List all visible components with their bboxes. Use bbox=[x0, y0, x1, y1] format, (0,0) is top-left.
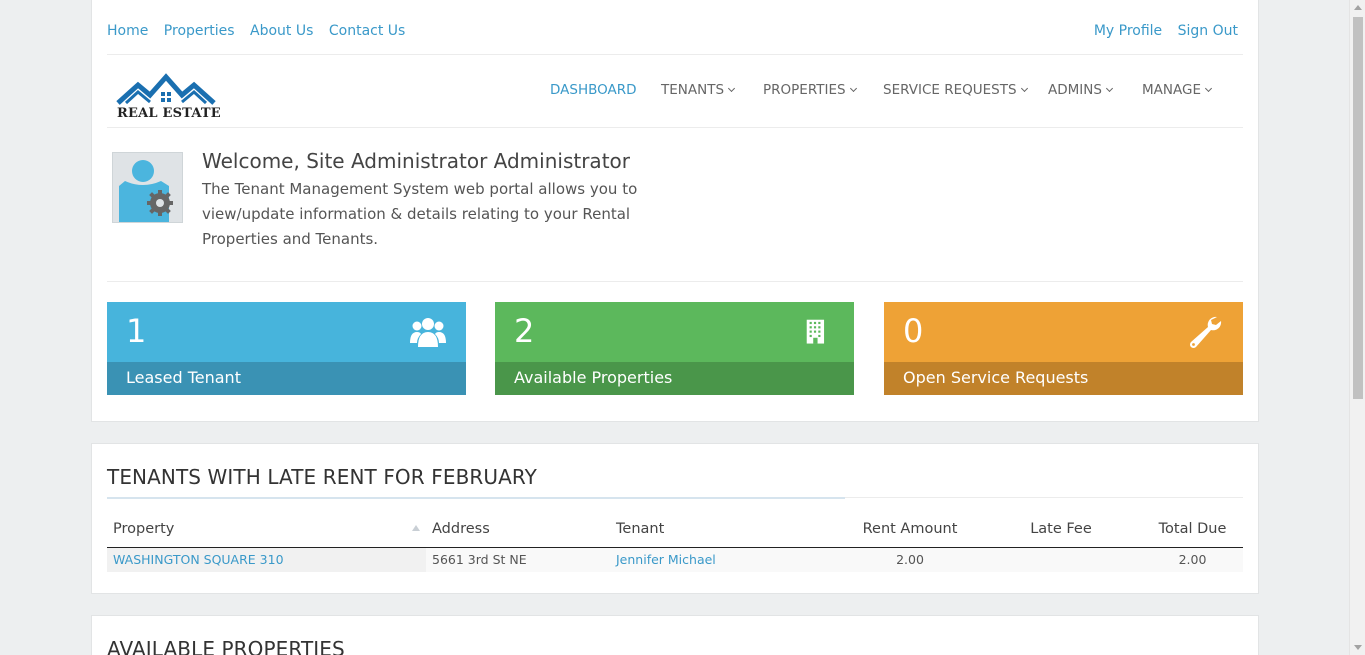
nav-tenants[interactable]: TENANTS bbox=[661, 82, 736, 98]
stat-footer: Available Properties bbox=[495, 362, 854, 395]
nav-link-properties[interactable]: Properties bbox=[164, 23, 235, 39]
divider bbox=[107, 54, 1243, 55]
property-link[interactable]: WASHINGTON SQUARE 310 bbox=[113, 552, 284, 567]
nav-dashboard-label: DASHBOARD bbox=[550, 82, 637, 98]
nav-properties[interactable]: PROPERTIES bbox=[763, 82, 857, 98]
stat-open-service-requests[interactable]: 0 Open Service Requests bbox=[884, 302, 1243, 395]
scrollbar-thumb[interactable] bbox=[1353, 17, 1363, 399]
cell-tenant: Jennifer Michael bbox=[610, 547, 840, 572]
chevron-down-icon bbox=[1020, 84, 1028, 93]
nav-properties-label: PROPERTIES bbox=[763, 82, 846, 98]
nav-manage[interactable]: MANAGE bbox=[1142, 82, 1213, 98]
sign-out-link[interactable]: Sign Out bbox=[1178, 23, 1238, 39]
nav-link-home[interactable]: Home bbox=[107, 23, 148, 39]
column-label: Property bbox=[113, 520, 175, 537]
stat-available-properties[interactable]: 2 Available Properties bbox=[495, 302, 854, 395]
tenant-link[interactable]: Jennifer Michael bbox=[616, 552, 716, 567]
late-rent-table: Property Address Tenant Rent Amount Late… bbox=[107, 519, 1243, 572]
cell-total-due: 2.00 bbox=[1142, 547, 1243, 572]
wrench-icon bbox=[1189, 316, 1222, 349]
column-header-total-due[interactable]: Total Due bbox=[1142, 519, 1243, 548]
users-icon bbox=[410, 318, 446, 347]
column-label: Rent Amount bbox=[862, 520, 958, 537]
table-row: WASHINGTON SQUARE 310 5661 3rd St NE Jen… bbox=[107, 547, 1243, 572]
sort-ascending-icon bbox=[412, 524, 420, 531]
nav-service-requests[interactable]: SERVICE REQUESTS bbox=[883, 82, 1028, 98]
scroll-down-icon[interactable] bbox=[1354, 645, 1362, 650]
nav-admins-label: ADMINS bbox=[1048, 82, 1102, 98]
welcome-text: The Tenant Management System web portal … bbox=[202, 180, 638, 248]
vertical-scrollbar[interactable] bbox=[1349, 0, 1365, 655]
stat-label: Leased Tenant bbox=[126, 368, 241, 387]
nav-dashboard[interactable]: DASHBOARD bbox=[550, 82, 637, 98]
building-icon bbox=[806, 319, 825, 344]
nav-tenants-label: TENANTS bbox=[661, 82, 725, 98]
available-properties-card: AVAILABLE PROPERTIES bbox=[91, 615, 1259, 655]
nav-manage-label: MANAGE bbox=[1142, 82, 1201, 98]
cell-address: 5661 3rd St NE bbox=[426, 547, 610, 572]
cell-late-fee bbox=[980, 547, 1142, 572]
column-header-tenant[interactable]: Tenant bbox=[610, 519, 840, 548]
stat-footer: Leased Tenant bbox=[107, 362, 466, 395]
user-nav: My Profile Sign Out bbox=[1083, 23, 1238, 39]
scroll-up-icon[interactable] bbox=[1354, 5, 1362, 10]
avatar bbox=[112, 152, 183, 223]
stat-value: 1 bbox=[126, 312, 147, 350]
cell-property: WASHINGTON SQUARE 310 bbox=[107, 547, 426, 572]
cell-rent-amount: 2.00 bbox=[840, 547, 980, 572]
divider bbox=[107, 127, 1243, 128]
stat-label: Open Service Requests bbox=[903, 368, 1089, 387]
nav-admins[interactable]: ADMINS bbox=[1048, 82, 1113, 98]
column-header-rent-amount[interactable]: Rent Amount bbox=[840, 519, 980, 548]
column-label: Address bbox=[432, 520, 490, 537]
nav-link-contact-us[interactable]: Contact Us bbox=[329, 23, 405, 39]
welcome-title: Welcome, Site Administrator Administrato… bbox=[202, 149, 630, 173]
chevron-down-icon bbox=[849, 84, 857, 93]
my-profile-link[interactable]: My Profile bbox=[1094, 23, 1162, 39]
dashboard-header-card: Home Properties About Us Contact Us My P… bbox=[91, 0, 1259, 422]
divider-accent bbox=[107, 497, 845, 499]
chevron-down-icon bbox=[1105, 84, 1113, 93]
stat-label: Available Properties bbox=[514, 368, 673, 387]
stat-value: 2 bbox=[514, 312, 535, 350]
section-title: AVAILABLE PROPERTIES bbox=[107, 637, 345, 655]
nav-service-requests-label: SERVICE REQUESTS bbox=[883, 82, 1017, 98]
column-label: Total Due bbox=[1158, 520, 1227, 537]
column-header-property[interactable]: Property bbox=[107, 519, 426, 548]
top-nav: Home Properties About Us Contact Us bbox=[107, 23, 416, 39]
admin-user-gear-icon bbox=[113, 153, 182, 222]
chevron-down-icon bbox=[1204, 84, 1213, 93]
nav-link-about-us[interactable]: About Us bbox=[250, 23, 313, 39]
chevron-down-icon bbox=[727, 84, 736, 93]
column-header-late-fee[interactable]: Late Fee bbox=[980, 519, 1142, 548]
stat-value: 0 bbox=[903, 312, 924, 350]
column-label: Tenant bbox=[616, 520, 665, 537]
late-rent-card: TENANTS WITH LATE RENT FOR FEBRUARY Prop… bbox=[91, 443, 1259, 594]
logo-text: REAL ESTATE bbox=[117, 106, 221, 121]
stat-leased-tenant[interactable]: 1 Leased Tenant bbox=[107, 302, 466, 395]
divider bbox=[107, 281, 1243, 282]
column-header-address[interactable]: Address bbox=[426, 519, 610, 548]
section-title: TENANTS WITH LATE RENT FOR FEBRUARY bbox=[107, 465, 537, 489]
column-label: Late Fee bbox=[1030, 520, 1092, 537]
stat-footer: Open Service Requests bbox=[884, 362, 1243, 395]
